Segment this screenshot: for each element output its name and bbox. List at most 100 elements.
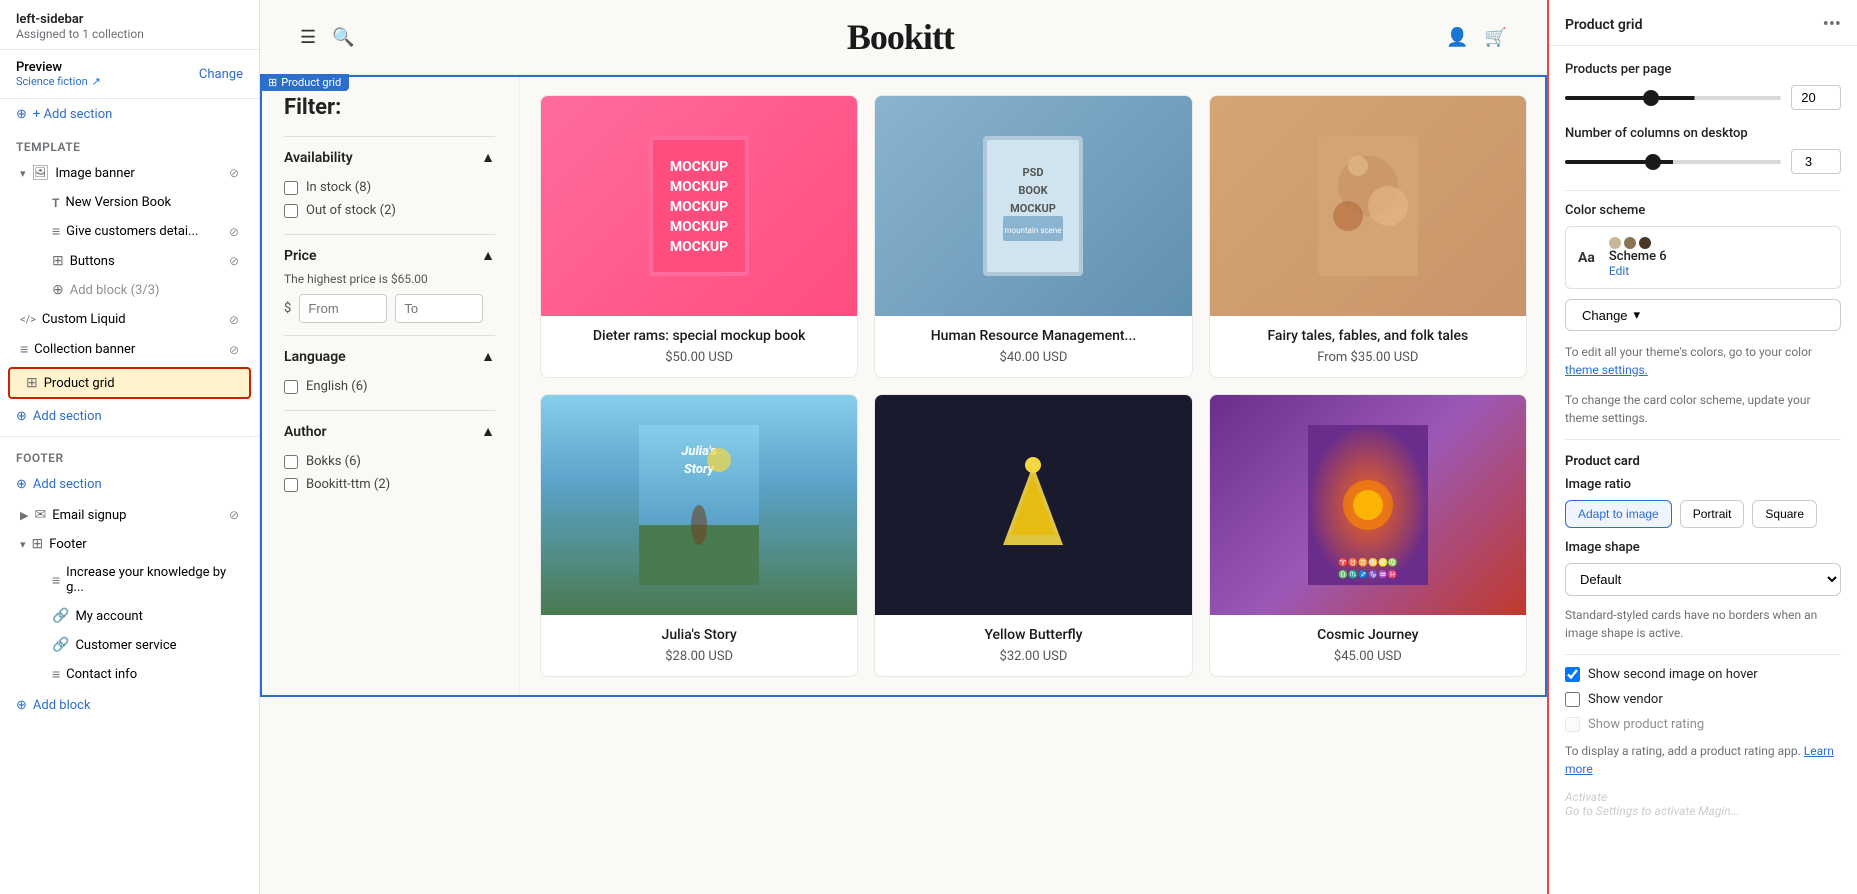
scheme-edit-link[interactable]: Edit: [1609, 264, 1667, 278]
product-section: Filter: Availability ▲ In stock (8): [260, 75, 1547, 697]
product-grid-section: ⊞ Product grid Filter: Availability ▲: [260, 75, 1547, 697]
product-image-1: MOCKUP MOCKUP MOCKUP MOCKUP MOCKUP: [541, 96, 857, 316]
left-sidebar: left-sidebar Assigned to 1 collection Pr…: [0, 0, 260, 894]
image-ratio-buttons: Adapt to image Portrait Square: [1565, 500, 1841, 528]
product-card-4[interactable]: Julia's Story Julia's Story $28.00 USD: [540, 394, 858, 677]
ratio-adapt-button[interactable]: Adapt to image: [1565, 500, 1672, 528]
sidebar-item-product-grid[interactable]: ⊞ Product grid: [8, 367, 251, 399]
product-info-1: Dieter rams: special mockup book $50.00 …: [541, 316, 857, 377]
change-scheme-button[interactable]: Change ▾: [1565, 299, 1841, 331]
svg-text:MOCKUP: MOCKUP: [670, 159, 728, 175]
account-icon[interactable]: 👤: [1446, 27, 1468, 48]
image-shape-label: Image shape: [1565, 540, 1841, 555]
price-from-input[interactable]: [299, 294, 387, 323]
price-to-input[interactable]: [395, 294, 483, 323]
preview-label: Preview: [16, 60, 101, 75]
show-rating-label: Show product rating: [1588, 717, 1704, 732]
product-image-6: ♈♉♊♋♌♍ ♎♏♐♑♒♓: [1210, 395, 1526, 615]
chevron-up-icon: ▲: [481, 149, 495, 166]
sidebar-item-label: Buttons: [70, 254, 115, 269]
sidebar-item-custom-liquid[interactable]: </> Custom Liquid ⊘: [4, 306, 255, 333]
ratio-portrait-button[interactable]: Portrait: [1680, 500, 1745, 528]
availability-header[interactable]: Availability ▲: [284, 149, 495, 166]
author-header[interactable]: Author ▲: [284, 423, 495, 440]
filter-out-of-stock: Out of stock (2): [284, 199, 495, 222]
in-stock-checkbox[interactable]: [284, 181, 298, 195]
out-of-stock-checkbox[interactable]: [284, 204, 298, 218]
bookitt-ttm-checkbox[interactable]: [284, 478, 298, 492]
sidebar-item-customer-service[interactable]: 🔗 Customer service: [36, 631, 255, 659]
product-card-3[interactable]: Fairy tales, fables, and folk tales From…: [1209, 95, 1527, 378]
chevron-right-icon: ▶: [20, 509, 28, 522]
theme-settings-link[interactable]: theme settings.: [1565, 363, 1648, 377]
price-header[interactable]: Price ▲: [284, 247, 495, 264]
product-price-5: $32.00 USD: [887, 649, 1179, 664]
selected-section-badge: ⊞ Product grid: [260, 74, 349, 91]
product-name-5: Yellow Butterfly: [887, 627, 1179, 643]
preview-value: Science fiction ↗: [16, 75, 101, 88]
sidebar-item-add-block[interactable]: ⊕ Add block (3/3): [36, 276, 255, 304]
filter-bookitt-ttm: Bookitt-ttm (2): [284, 473, 495, 496]
sidebar-item-increase-knowledge[interactable]: ≡ Increase your knowledge by g...: [36, 559, 255, 601]
sidebar-subtitle: Assigned to 1 collection: [16, 27, 243, 41]
svg-text:mountain scene: mountain scene: [1005, 226, 1062, 235]
plus-icon: ⊕: [16, 409, 27, 424]
product-card-1[interactable]: MOCKUP MOCKUP MOCKUP MOCKUP MOCKUP Diete…: [540, 95, 858, 378]
chevron-down-icon: ▾: [20, 538, 26, 551]
language-header[interactable]: Language ▲: [284, 348, 495, 365]
sidebar-item-give-customers[interactable]: ≡ Give customers detai... ⊘: [36, 217, 255, 246]
sidebar-item-label: Add block (3/3): [70, 283, 160, 298]
product-image-4: Julia's Story: [541, 395, 857, 615]
image-shape-select[interactable]: Default Arch Circle Diamond Square: [1565, 563, 1841, 596]
english-checkbox[interactable]: [284, 380, 298, 394]
visibility-icon: ⊘: [229, 313, 239, 327]
filter-group-language: Language ▲ English (6): [284, 335, 495, 410]
show-second-image-checkbox[interactable]: [1565, 667, 1580, 682]
cart-icon[interactable]: 🛒: [1485, 27, 1507, 48]
sidebar-item-collection-banner[interactable]: ≡ Collection banner ⊘: [4, 335, 255, 364]
sidebar-item-image-banner[interactable]: ▾ 🖼 Image banner ⊘: [4, 159, 255, 187]
products-per-page-input[interactable]: [1791, 85, 1841, 110]
bokks-checkbox[interactable]: [284, 455, 298, 469]
add-section-button-mid[interactable]: ⊕ Add section: [0, 401, 259, 432]
columns-desktop-slider[interactable]: [1565, 160, 1781, 164]
hamburger-icon[interactable]: ☰: [300, 27, 316, 48]
products-per-page-label: Products per page: [1565, 62, 1841, 77]
product-name-2: Human Resource Management...: [887, 328, 1179, 344]
external-link-icon: ↗: [92, 75, 101, 88]
sidebar-item-label: My account: [75, 609, 142, 624]
preview-change-button[interactable]: Change: [199, 67, 243, 82]
sidebar-item-label: New Version Book: [65, 195, 171, 210]
sidebar-item-label: Give customers detai...: [66, 224, 198, 239]
sidebar-item-email-signup[interactable]: ▶ ✉ Email signup ⊘: [4, 501, 255, 529]
product-card-5[interactable]: Yellow Butterfly $32.00 USD: [874, 394, 1192, 677]
show-vendor-checkbox[interactable]: [1565, 692, 1580, 707]
sidebar-item-footer[interactable]: ▾ ⊞ Footer: [4, 530, 255, 558]
product-price-4: $28.00 USD: [553, 649, 845, 664]
sidebar-item-contact-info[interactable]: ≡ Contact info: [36, 660, 255, 689]
list-icon: ≡: [20, 341, 28, 358]
ratio-square-button[interactable]: Square: [1752, 500, 1817, 528]
product-card-2[interactable]: PSD BOOK MOCKUP Cover design mountain sc…: [874, 95, 1192, 378]
right-panel-menu-button[interactable]: •••: [1823, 14, 1841, 35]
sidebar-item-my-account[interactable]: 🔗 My account: [36, 602, 255, 630]
visibility-icon: ⊘: [229, 254, 239, 268]
search-icon[interactable]: 🔍: [332, 27, 354, 48]
add-footer-section-button[interactable]: ⊕ Add section: [0, 469, 259, 500]
sidebar-item-new-version-book[interactable]: T New Version Book: [36, 189, 255, 216]
svg-text:MOCKUP: MOCKUP: [1011, 202, 1057, 215]
products-per-page-slider[interactable]: [1565, 96, 1781, 100]
sidebar-item-label: Email signup: [52, 508, 126, 523]
product-info-4: Julia's Story $28.00 USD: [541, 615, 857, 676]
show-rating-checkbox[interactable]: [1565, 717, 1580, 732]
add-block-button[interactable]: ⊕ Add block: [0, 690, 259, 721]
svg-text:♈♉♊♋♌♍: ♈♉♊♋♌♍: [1338, 557, 1398, 567]
product-card-6[interactable]: ♈♉♊♋♌♍ ♎♏♐♑♒♓ Cosmic Journey $45.00 USD: [1209, 394, 1527, 677]
sidebar-item-buttons[interactable]: ⊞ Buttons ⊘: [36, 247, 255, 275]
product-price-1: $50.00 USD: [553, 350, 845, 365]
columns-desktop-input[interactable]: [1791, 149, 1841, 174]
add-section-button-top[interactable]: ⊕ + Add section: [0, 99, 259, 130]
show-rating-row: Show product rating: [1565, 717, 1841, 732]
chevron-up-icon: ▲: [481, 247, 495, 264]
filter-group-price: Price ▲ The highest price is $65.00 $: [284, 234, 495, 335]
